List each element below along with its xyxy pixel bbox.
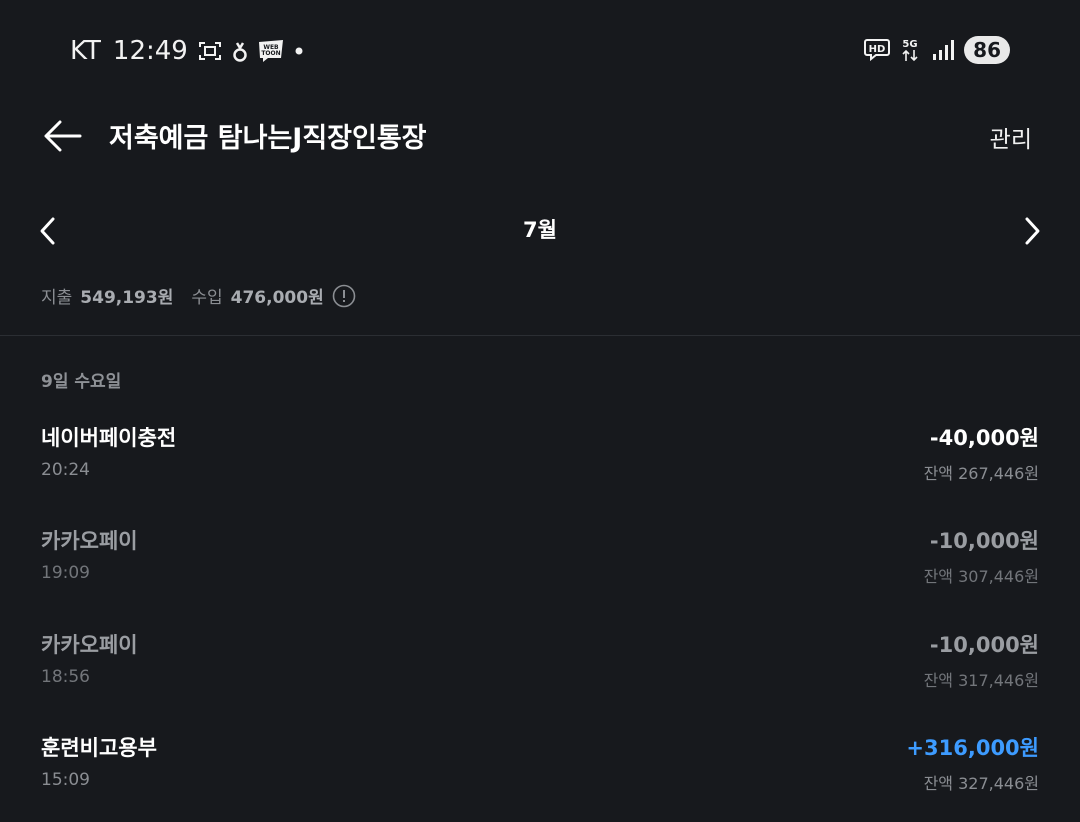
status-bar-left: KT 12:49 WEB TOON: [70, 36, 304, 66]
info-icon[interactable]: [332, 284, 356, 308]
hd-call-icon: HD: [864, 38, 891, 62]
transaction-time: 18:56: [41, 667, 90, 687]
transaction-balance: 잔액 327,446원: [923, 774, 1039, 793]
network-text: 5G: [903, 39, 918, 50]
transaction-time: 19:09: [41, 563, 90, 583]
transaction-name: 훈련비고용부: [41, 736, 157, 760]
transaction-amount: -10,000원: [929, 529, 1039, 553]
transaction-balance: 잔액 307,446원: [923, 567, 1039, 586]
transaction-amount: -40,000원: [929, 426, 1039, 450]
page-title: 저축예금 탐나는J직장인통장: [109, 123, 427, 154]
income-value: 476,000원: [230, 288, 324, 308]
transaction-row[interactable]: 카카오페이 19:09 -10,000원 잔액 307,446원: [0, 525, 1080, 615]
divider: [0, 335, 1080, 336]
manage-button[interactable]: 관리: [990, 120, 1032, 154]
transaction-row[interactable]: 훈련비고용부 15:09 +316,000원 잔액 327,446원: [0, 732, 1080, 822]
screenshot-icon: [198, 40, 222, 62]
dot-icon: [294, 46, 304, 56]
signal-icon: [932, 39, 955, 61]
battery-indicator: 86: [964, 36, 1010, 64]
hd-text: HD: [869, 44, 886, 55]
carrier-label: KT: [70, 36, 101, 66]
monthly-summary: 지출 549,193원 수입 476,000원: [41, 283, 356, 308]
clock: 12:49: [112, 36, 188, 66]
transaction-name: 네이버페이충전: [41, 426, 177, 450]
transaction-name: 카카오페이: [41, 529, 138, 553]
transaction-row[interactable]: 카카오페이 18:56 -10,000원 잔액 317,446원: [0, 629, 1080, 719]
transaction-balance: 잔액 317,446원: [923, 671, 1039, 690]
transaction-name: 카카오페이: [41, 633, 138, 657]
expense-value: 549,193원: [80, 288, 174, 308]
transaction-amount: +316,000원: [906, 736, 1039, 760]
bean-icon: [232, 39, 248, 63]
status-bar-right: HD 5G 86: [864, 36, 1010, 64]
income-label: 수입: [191, 288, 223, 308]
network-5g-icon: 5G: [900, 37, 922, 63]
arrow-left-icon: [44, 120, 82, 152]
transaction-time: 15:09: [41, 770, 90, 790]
date-header: 9일 수요일: [41, 372, 122, 392]
next-month-button[interactable]: [1016, 214, 1046, 248]
transaction-amount: -10,000원: [929, 633, 1039, 657]
chevron-right-icon: [1025, 217, 1040, 245]
transaction-balance: 잔액 267,446원: [923, 464, 1039, 483]
app-header: 저축예금 탐나는J직장인통장 관리: [0, 100, 1080, 170]
webtoon-icon: WEB TOON: [258, 39, 284, 63]
back-button[interactable]: [40, 116, 84, 156]
webtoon-text-bottom: TOON: [261, 50, 280, 57]
expense-label: 지출: [41, 288, 73, 308]
status-bar: KT 12:49 WEB TOON HD 5G 86: [0, 0, 1080, 100]
month-label: 7월: [523, 218, 557, 242]
month-navigator: 7월: [0, 200, 1080, 260]
transaction-time: 20:24: [41, 460, 90, 480]
transaction-row[interactable]: 네이버페이충전 20:24 -40,000원 잔액 267,446원: [0, 422, 1080, 512]
